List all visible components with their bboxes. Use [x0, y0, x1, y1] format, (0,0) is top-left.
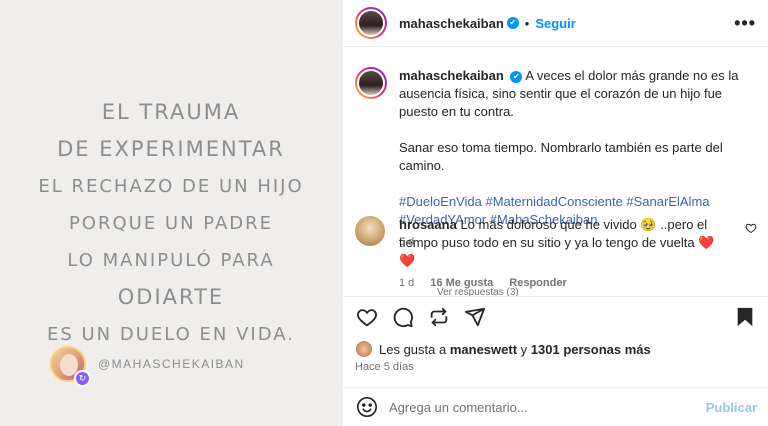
view-replies[interactable]: Ver respuestas (3) [437, 287, 519, 296]
quote-line: EL RECHAZO DE UN HIJO [38, 176, 304, 197]
comment-username[interactable]: hrosaana [399, 217, 457, 232]
heart-icon[interactable] [355, 305, 379, 329]
verified-icon: ✔ [506, 17, 519, 29]
quote-text: EL TRAUMA DE EXPERIMENTAR EL RECHAZO DE … [0, 94, 342, 353]
verified-icon: ✔ [510, 70, 523, 83]
bookmark-icon[interactable] [733, 305, 757, 329]
quote-line: DE EXPERIMENTAR [57, 137, 285, 161]
repost-icon[interactable] [427, 305, 451, 329]
emoji-icon[interactable] [355, 395, 379, 419]
likes-count[interactable]: 1301 personas más [531, 342, 651, 357]
comment-composer: Publicar [343, 387, 768, 426]
quote-line: EL TRAUMA [101, 100, 241, 124]
commenter-avatar[interactable] [355, 216, 385, 246]
post-image[interactable]: EL TRAUMA DE EXPERIMENTAR EL RECHAZO DE … [0, 0, 342, 426]
more-options-icon[interactable]: ••• [734, 13, 756, 34]
post-side-panel: mahaschekaiban ✔ • Seguir ••• mahascheka… [342, 0, 768, 426]
post-date[interactable]: Hace 5 días [355, 361, 414, 373]
follow-button[interactable]: Seguir [535, 16, 575, 31]
author-avatar[interactable] [355, 7, 387, 39]
comment-like-icon[interactable] [745, 222, 757, 237]
post-header: mahaschekaiban ✔ • Seguir ••• [343, 0, 768, 47]
post-modal: EL TRAUMA DE EXPERIMENTAR EL RECHAZO DE … [0, 0, 768, 426]
quote-line: LO MANIPULÓ PARA [67, 250, 275, 271]
comment-icon[interactable] [391, 305, 415, 329]
publish-button[interactable]: Publicar [706, 400, 757, 415]
quote-line: ODIARTE [117, 285, 225, 309]
brand-handle: @MAHASCHEKAIBAN [98, 357, 245, 371]
likes-summary[interactable]: Les gusta a maneswett y 1301 personas má… [355, 340, 651, 358]
brand-avatar: ↻ [50, 346, 91, 387]
caption-username[interactable]: mahaschekaiban [399, 68, 504, 83]
likes-prefix: Les gusta a [379, 341, 447, 357]
image-brand: ↻ @MAHASCHEKAIBAN [50, 346, 245, 387]
likes-middle: y [520, 341, 528, 357]
comments-list[interactable]: mahaschekaiban ✔ A veces el dolor más gr… [343, 48, 768, 296]
quote-line: PORQUE UN PADRE [68, 213, 274, 234]
liker-username[interactable]: maneswett [450, 342, 517, 357]
comment-item: hrosaana Lo más doloroso que he vivido 🥹… [355, 216, 757, 292]
comment-input[interactable] [389, 399, 689, 415]
caption-avatar[interactable] [355, 67, 387, 99]
action-bar [343, 296, 768, 336]
share-icon[interactable] [463, 305, 487, 329]
comment-time[interactable]: 1 d [399, 274, 414, 292]
author-username[interactable]: mahaschekaiban [399, 16, 504, 31]
separator-dot: • [524, 15, 530, 31]
liker-avatar [355, 340, 373, 358]
caption-text-2: Sanar eso toma tiempo. Nombrarlo también… [399, 140, 723, 173]
refresh-icon: ↻ [74, 370, 91, 387]
